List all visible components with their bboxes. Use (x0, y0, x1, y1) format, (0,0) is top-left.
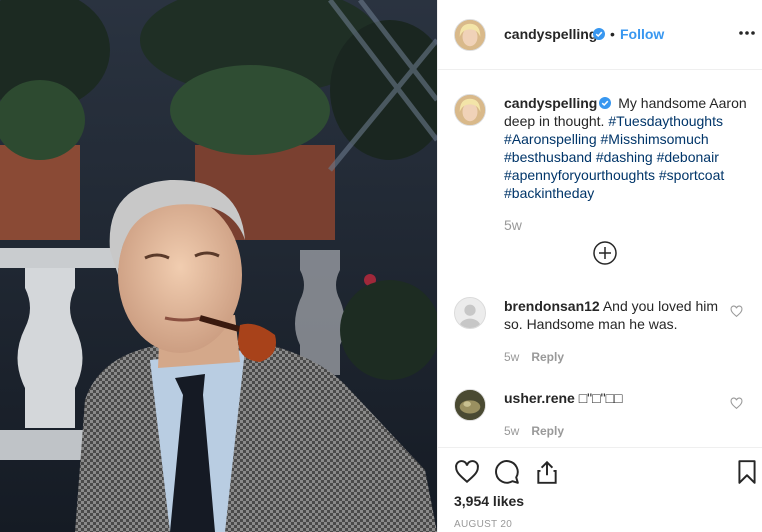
comment-timestamp[interactable]: 5w (504, 350, 519, 364)
hashtag-link[interactable]: #debonair (657, 149, 719, 165)
avatar[interactable] (454, 19, 486, 51)
follow-button[interactable]: Follow (620, 26, 664, 42)
avatar-image (455, 95, 485, 125)
caption-username[interactable]: candyspelling (504, 95, 597, 111)
comment-timestamp[interactable]: 5w (504, 424, 519, 438)
hashtag-link[interactable]: #apennyforyourthoughts (504, 167, 655, 183)
post-photo[interactable] (0, 0, 437, 532)
header-username[interactable]: candyspelling (504, 26, 597, 42)
load-more-comments-icon[interactable] (592, 240, 618, 266)
comment-meta: 5w Reply (504, 424, 564, 438)
caption-text: candyspelling My handsome Aaron deep in … (504, 94, 749, 202)
share-icon[interactable] (534, 459, 560, 485)
comment-text: usher.rene □"□"□□ (504, 389, 732, 407)
comment-username[interactable]: usher.rene (504, 390, 575, 406)
comment-body: □"□"□□ (578, 390, 623, 406)
default-avatar-icon (455, 298, 485, 328)
hashtag-link[interactable]: #Aaronspelling (504, 131, 597, 147)
post-header: candyspelling • Follow (438, 0, 762, 70)
post-photo-image (0, 0, 437, 532)
reply-button[interactable]: Reply (531, 424, 564, 438)
comment-avatar[interactable] (454, 297, 486, 329)
verified-badge-icon (593, 28, 605, 40)
comment-username[interactable]: brendonsan12 (504, 298, 600, 314)
hashtag-link[interactable]: #backintheday (504, 185, 594, 201)
comment-like-icon[interactable] (730, 397, 743, 410)
caption-timestamp[interactable]: 5w (504, 217, 522, 233)
comment-text: brendonsan12 And you loved him so. Hands… (504, 297, 732, 333)
reply-button[interactable]: Reply (531, 350, 564, 364)
comment-icon[interactable] (494, 459, 520, 485)
comment-like-icon[interactable] (730, 305, 743, 318)
heart-icon[interactable] (454, 459, 480, 485)
avatar-image (455, 390, 485, 420)
avatar-image (455, 20, 485, 50)
caption-avatar[interactable] (454, 94, 486, 126)
post-date[interactable]: AUGUST 20 (454, 519, 512, 530)
verified-badge-icon (599, 97, 612, 109)
post-actions: 3,954 likes AUGUST 20 (438, 447, 762, 532)
separator-dot: • (610, 26, 615, 42)
post-sidebar: candyspelling • Follow candyspelling My … (437, 0, 762, 532)
hashtag-link[interactable]: #dashing (596, 149, 653, 165)
hashtag-link[interactable]: #sportcoat (659, 167, 724, 183)
hashtag-link[interactable]: #Misshimsomuch (601, 131, 709, 147)
bookmark-icon[interactable] (734, 459, 760, 485)
hashtag-link[interactable]: #Tuesdaythoughts (608, 113, 723, 129)
hashtag-link[interactable]: #besthusband (504, 149, 592, 165)
comment-meta: 5w Reply (504, 350, 564, 364)
comment-avatar[interactable] (454, 389, 486, 421)
more-options-icon[interactable] (738, 24, 756, 42)
likes-count[interactable]: 3,954 likes (454, 493, 524, 509)
